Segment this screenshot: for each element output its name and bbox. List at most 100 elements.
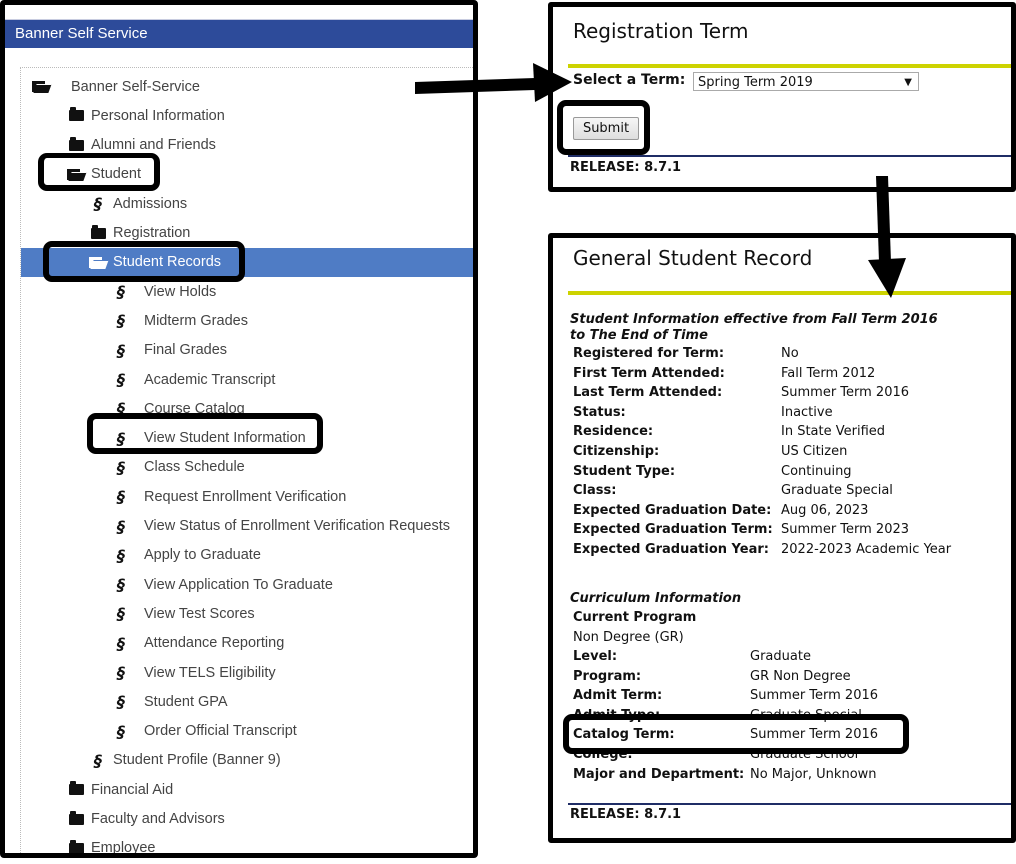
record-value: Summer Term 2016 bbox=[750, 688, 879, 704]
record-value: Inactive bbox=[781, 404, 833, 420]
record-label: Admit Type: bbox=[573, 707, 661, 723]
record-label: Student Type: bbox=[573, 463, 676, 479]
tree-item-label: View Student Information bbox=[144, 430, 306, 447]
link-icon: § bbox=[117, 428, 125, 448]
link-icon: § bbox=[117, 575, 125, 595]
tree-item[interactable]: § Academic Transcript bbox=[21, 365, 473, 394]
tree-item-label: Banner Self-Service bbox=[71, 78, 200, 95]
tree-item[interactable]: § View TELS Eligibility bbox=[21, 658, 473, 687]
tree-item-label: Midterm Grades bbox=[144, 312, 248, 329]
tree-item[interactable]: § Request Enrollment Verification bbox=[21, 482, 473, 511]
tree-item[interactable]: Student Records bbox=[21, 247, 473, 277]
tree-item[interactable]: § Class Schedule bbox=[21, 453, 473, 482]
record-label: Residence: bbox=[573, 424, 654, 440]
tree-item[interactable]: § View Test Scores bbox=[21, 599, 473, 628]
tree-item[interactable]: Employee bbox=[21, 834, 473, 857]
record-label: Citizenship: bbox=[573, 444, 660, 459]
tree-item[interactable]: § Admissions bbox=[21, 189, 473, 218]
tree-item[interactable]: § View Student Information bbox=[21, 424, 473, 453]
dropdown-arrow-icon: ▼ bbox=[904, 77, 912, 88]
current-program-value: Non Degree (GR) bbox=[573, 630, 684, 649]
tree-item[interactable]: Financial Aid bbox=[21, 775, 473, 804]
link-icon: § bbox=[117, 516, 125, 536]
link-icon: § bbox=[117, 457, 125, 477]
tree-item-label: Course Catalog bbox=[144, 400, 245, 417]
student-info-heading-line1: Student Information effective from Fall … bbox=[570, 312, 938, 327]
link-icon: § bbox=[117, 663, 125, 682]
tree-item[interactable]: Faculty and Advisors bbox=[21, 805, 473, 834]
record-label: Expected Graduation Year: bbox=[573, 542, 769, 557]
tree-item-label: Request Enrollment Verification bbox=[144, 488, 347, 505]
tree-item[interactable]: Registration bbox=[21, 219, 473, 248]
record-label: First Term Attended: bbox=[573, 365, 725, 381]
curriculum-info-heading: Curriculum Information bbox=[570, 591, 742, 606]
student-info-heading: Student Information effective from Fall … bbox=[570, 312, 938, 344]
folder-icon bbox=[66, 136, 86, 151]
record-label: Registered for Term: bbox=[573, 346, 725, 361]
tree-item[interactable]: § View Holds bbox=[21, 277, 473, 306]
tree-item[interactable]: § Order Official Transcript bbox=[21, 717, 473, 746]
record-label: Program: bbox=[573, 668, 642, 684]
tree-item-label: Final Grades bbox=[144, 342, 228, 359]
tree-item[interactable]: Student bbox=[21, 160, 473, 189]
tree-item-label: View Holds bbox=[144, 283, 217, 300]
tree-item-label: Class Schedule bbox=[144, 459, 245, 476]
tree-item[interactable]: § View Status of Enrollment Verification … bbox=[21, 512, 473, 541]
link-icon: § bbox=[117, 604, 125, 624]
tree-item[interactable]: Banner Self-Service bbox=[21, 72, 473, 101]
tree-item-label: Employee bbox=[91, 840, 156, 857]
tree-item-label: Financial Aid bbox=[91, 781, 174, 798]
record-value: US Citizen bbox=[781, 444, 848, 459]
tree-item[interactable]: § View Application To Graduate bbox=[21, 570, 473, 599]
record-label: Admit Term: bbox=[573, 688, 663, 704]
tree-item-label: Academic Transcript bbox=[144, 371, 276, 388]
tree-item[interactable]: § Student Profile (Banner 9) bbox=[21, 746, 473, 775]
tree-item[interactable]: Alumni and Friends bbox=[21, 131, 473, 160]
record-value: Continuing bbox=[781, 463, 852, 479]
tree-item-label: Registration bbox=[113, 225, 191, 241]
link-icon: § bbox=[117, 340, 125, 360]
tree-item[interactable]: § Student GPA bbox=[21, 687, 473, 716]
tree-item-label: Faculty and Advisors bbox=[91, 811, 225, 827]
page-title: Registration Term bbox=[573, 19, 749, 43]
tree-item-label: Student bbox=[91, 166, 141, 183]
tree-item[interactable]: § Final Grades bbox=[21, 336, 473, 365]
record-value: In State Verified bbox=[781, 424, 886, 440]
tree-item-label: Admissions bbox=[113, 195, 188, 212]
title-divider bbox=[568, 291, 1011, 295]
tree-item-label: Student GPA bbox=[144, 693, 228, 710]
record-value: Summer Term 2016 bbox=[781, 385, 910, 401]
folder-open-icon bbox=[88, 256, 108, 268]
folder-icon bbox=[66, 107, 86, 122]
record-value: Fall Term 2012 bbox=[781, 365, 876, 381]
tree-item[interactable]: § Apply to Graduate bbox=[21, 541, 473, 570]
link-icon: § bbox=[117, 545, 125, 565]
record-label: Expected Graduation Term: bbox=[573, 522, 773, 538]
record-value: Aug 06, 2023 bbox=[781, 502, 869, 518]
record-label: Status: bbox=[573, 404, 626, 420]
tree-item[interactable]: § Course Catalog bbox=[21, 394, 473, 423]
title-divider bbox=[568, 64, 1011, 68]
folder-icon bbox=[66, 839, 86, 853]
folder-open-icon bbox=[66, 168, 86, 180]
tree-item[interactable]: § Midterm Grades bbox=[21, 306, 473, 335]
submit-button[interactable]: Submit bbox=[573, 117, 639, 140]
link-icon: § bbox=[117, 633, 125, 653]
record-value: GR Non Degree bbox=[750, 668, 851, 684]
folder-open-icon bbox=[31, 81, 51, 92]
release-version: RELEASE: 8.7.1 bbox=[570, 160, 682, 175]
tree-item[interactable]: Personal Information bbox=[21, 101, 473, 130]
tree-item-label: Attendance Reporting bbox=[144, 635, 285, 652]
tree-item[interactable]: § Attendance Reporting bbox=[21, 629, 473, 658]
record-value: No Major, Unknown bbox=[750, 766, 877, 782]
link-icon: § bbox=[117, 370, 125, 389]
page-title: General Student Record bbox=[573, 246, 813, 270]
banner-navigation-panel: Banner Self Service Banner Self-Service P… bbox=[0, 0, 478, 858]
tree-item-label: View Application To Graduate bbox=[144, 576, 333, 593]
record-label: Class: bbox=[573, 483, 617, 499]
record-value: Summer Term 2016 bbox=[750, 727, 879, 743]
term-select[interactable]: Spring Term 2019 ▼ bbox=[693, 72, 919, 91]
record-label: Major and Department: bbox=[573, 766, 745, 782]
release-version: RELEASE: 8.7.1 bbox=[570, 807, 682, 822]
record-value: 2022-2023 Academic Year bbox=[781, 542, 952, 557]
